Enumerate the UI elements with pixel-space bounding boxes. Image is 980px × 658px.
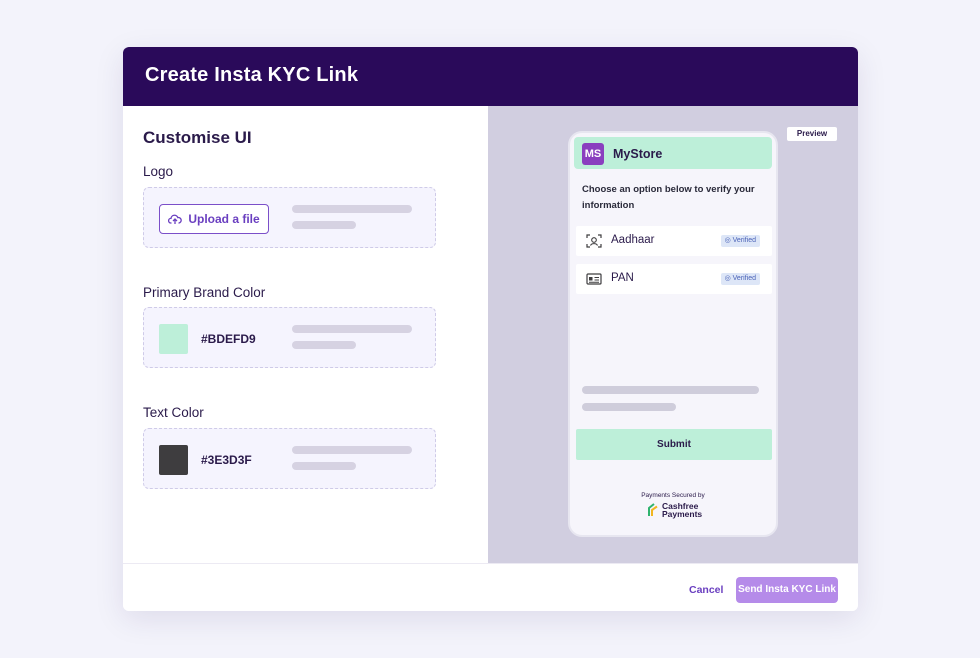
text-color-label: Text Color [143, 405, 204, 420]
primary-color-field[interactable]: #BDEFD9 [143, 307, 436, 368]
section-title: Customise UI [143, 128, 252, 147]
primary-color-swatch[interactable] [159, 324, 188, 354]
placeholder-line [292, 325, 412, 333]
create-kyc-modal: Create Insta KYC Link Customise UI Logo … [123, 47, 858, 611]
modal-title: Create Insta KYC Link [145, 64, 359, 86]
store-header: MS MyStore [574, 137, 772, 169]
primary-color-hex: #BDEFD9 [201, 332, 256, 346]
placeholder-line [292, 341, 356, 349]
option-aadhaar[interactable]: Aadhaar ◎ Verified [576, 226, 772, 256]
option-label: PAN [611, 272, 634, 284]
secured-by-text: Payments Secured by [641, 492, 705, 499]
placeholder-line [582, 386, 759, 394]
text-color-hex: #3E3D3F [201, 453, 252, 467]
customise-panel: Customise UI Logo Upload a file Primary … [123, 106, 488, 563]
logo-label: Logo [143, 164, 174, 179]
submit-button[interactable]: Submit [576, 429, 772, 460]
placeholder-line [582, 403, 676, 411]
upload-file-button[interactable]: Upload a file [159, 204, 269, 234]
verified-badge: ◎ Verified [720, 235, 760, 247]
preview-panel: Preview MS MyStore Choose an option belo… [488, 106, 858, 563]
id-card-icon [586, 273, 602, 285]
placeholder-line [292, 205, 412, 213]
text-color-field[interactable]: #3E3D3F [143, 428, 436, 489]
logo-dropzone[interactable]: Upload a file [143, 187, 436, 248]
modal-footer: Cancel Send Insta KYC Link [123, 563, 858, 611]
option-label: Aadhaar [611, 234, 655, 246]
verified-badge: ◎ Verified [720, 273, 760, 285]
modal-header: Create Insta KYC Link [123, 47, 858, 106]
cancel-button[interactable]: Cancel [689, 584, 723, 596]
cloud-upload-icon [168, 214, 183, 224]
primary-color-label: Primary Brand Color [143, 285, 266, 300]
phone-preview: MS MyStore Choose an option below to ver… [568, 131, 778, 537]
cashfree-mark-icon [648, 503, 658, 516]
cashfree-logo: Cashfree Payments [648, 502, 702, 518]
upload-file-label: Upload a file [188, 212, 260, 226]
placeholder-line [292, 462, 356, 470]
verify-instruction: Choose an option below to verify your in… [582, 184, 755, 211]
option-pan[interactable]: PAN ◎ Verified [576, 264, 772, 294]
send-kyc-link-button[interactable]: Send Insta KYC Link [736, 577, 838, 603]
placeholder-line [292, 446, 412, 454]
placeholder-line [292, 221, 356, 229]
store-name: MyStore [613, 147, 663, 161]
text-color-swatch[interactable] [159, 445, 188, 475]
store-logo: MS [582, 143, 604, 165]
preview-tag: Preview [787, 127, 837, 141]
face-scan-icon [586, 234, 602, 248]
